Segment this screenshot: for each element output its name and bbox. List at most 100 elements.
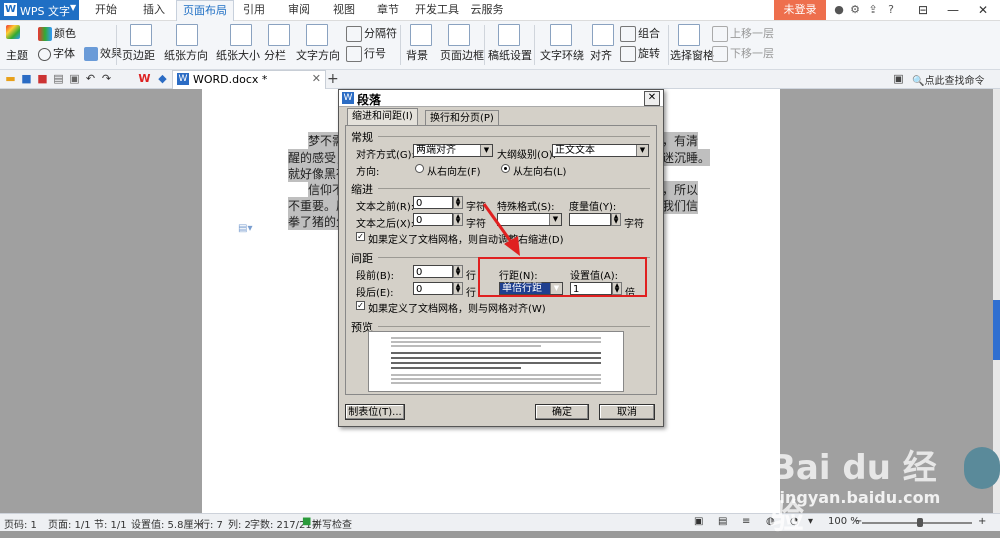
status-section[interactable]: 节: 1/1 xyxy=(94,516,127,531)
new-tab-icon[interactable]: + xyxy=(327,70,339,88)
print-icon[interactable]: ▤ xyxy=(52,72,65,85)
status-page-number[interactable]: 页码: 1 xyxy=(4,516,37,531)
tab-insert[interactable]: 插入 xyxy=(134,0,174,20)
breaks-label: 分隔符 xyxy=(364,27,397,40)
paper-size-button[interactable]: 纸张大小 xyxy=(216,47,260,63)
space-before-unit[interactable]: 行 xyxy=(466,267,476,282)
outline-select[interactable]: 正文文本 ▼ xyxy=(552,144,649,157)
tab-view[interactable]: 视图 xyxy=(324,0,364,20)
measure-unit[interactable]: 字符 xyxy=(624,215,644,230)
outline-mode-icon[interactable]: ≡ xyxy=(742,516,750,527)
bring-forward-button[interactable]: 上移一层 xyxy=(712,25,774,42)
theme-label[interactable]: 主题 xyxy=(6,47,28,63)
page-border-icon xyxy=(448,24,470,46)
tab-page-layout[interactable]: 页面布局 xyxy=(176,0,234,21)
page-mode-icon[interactable]: ▤ xyxy=(718,516,727,527)
read-mode-icon[interactable]: ▣ xyxy=(694,516,703,527)
text-direction-button[interactable]: 文字方向 xyxy=(296,47,340,63)
minimize-icon[interactable]: — xyxy=(938,0,968,20)
tabstops-button[interactable]: 制表位(T)... xyxy=(345,404,405,420)
margins-button[interactable]: 页边距 xyxy=(122,47,155,63)
font-button[interactable]: 字体 xyxy=(38,45,75,61)
login-button[interactable]: 未登录 xyxy=(774,0,826,20)
cancel-button[interactable]: 取消 xyxy=(599,404,655,420)
align-button[interactable]: 对齐 xyxy=(590,47,612,63)
indent-before-spinner[interactable]: ▲ ▼ xyxy=(453,196,463,209)
export-pdf-icon[interactable]: ■ xyxy=(36,72,49,85)
group-indent: 缩进 xyxy=(351,183,373,196)
status-row[interactable]: 行: 7 xyxy=(200,516,223,531)
app-menu-button[interactable]: W WPS 文字 ▼ xyxy=(0,0,79,20)
orientation-button[interactable]: 纸张方向 xyxy=(164,47,208,63)
space-before-spinner[interactable]: ▲ ▼ xyxy=(453,265,463,278)
zoom-in-icon[interactable]: + xyxy=(978,516,986,527)
dialog-close-button[interactable]: ✕ xyxy=(644,91,660,106)
undo-icon[interactable]: ↶ xyxy=(84,72,97,85)
send-backward-button[interactable]: 下移一层 xyxy=(712,45,774,62)
share-icon[interactable]: ⇪ xyxy=(866,3,880,17)
spell-check-icon[interactable]: ■ xyxy=(302,516,311,527)
dialog-title: 段落 xyxy=(357,93,382,107)
document-tab[interactable]: W WORD.docx * ✕ xyxy=(172,70,326,89)
paragraph-preview xyxy=(368,331,624,392)
spacing-grid-checkbox[interactable]: ✓ xyxy=(356,301,365,310)
tab-review[interactable]: 审阅 xyxy=(279,0,319,20)
space-after-input[interactable]: 0 xyxy=(413,282,453,295)
open-icon[interactable]: ▬ xyxy=(4,72,17,85)
measure-input[interactable] xyxy=(569,213,611,226)
restore-ribbon-icon[interactable]: ⊟ xyxy=(908,0,938,20)
text-wrap-button[interactable]: 文字环绕 xyxy=(540,47,584,63)
status-setting[interactable]: 设置值: 5.8厘米 xyxy=(131,516,203,531)
tab-cloud[interactable]: 云服务 xyxy=(464,0,510,20)
tab-references[interactable]: 引用 xyxy=(234,0,274,20)
doc-line: ，有清 xyxy=(662,132,699,149)
status-spell-check[interactable]: 拼写检查 xyxy=(312,516,352,531)
tab-developer[interactable]: 开发工具 xyxy=(412,0,462,20)
skin-icon[interactable]: ● xyxy=(832,3,846,17)
space-after-spinner[interactable]: ▲ ▼ xyxy=(453,282,463,295)
settings-icon[interactable]: ⚙ xyxy=(848,3,862,17)
preview-icon[interactable]: ▣ xyxy=(68,72,81,85)
tab-line-page-breaks[interactable]: 换行和分页(P) xyxy=(425,110,499,126)
space-after-unit[interactable]: 行 xyxy=(466,284,476,299)
status-col[interactable]: 列: 2 xyxy=(228,516,251,531)
paste-options-icon[interactable]: ▤▾ xyxy=(238,223,252,234)
theme-button[interactable] xyxy=(6,25,22,39)
direction-label: 方向: xyxy=(356,167,380,178)
background-button[interactable]: 背景 xyxy=(406,47,428,63)
feedback-icon[interactable]: ▣ xyxy=(892,72,905,85)
status-page[interactable]: 页面: 1/1 xyxy=(48,516,91,531)
indent-after-input[interactable]: 0 xyxy=(413,213,453,226)
indent-before-input[interactable]: 0 xyxy=(413,196,453,209)
ok-button[interactable]: 确定 xyxy=(535,404,589,420)
save-icon[interactable]: ■ xyxy=(20,72,33,85)
page-border-button[interactable]: 页面边框 xyxy=(440,47,484,63)
tab-home[interactable]: 开始 xyxy=(86,0,126,20)
find-command-search[interactable]: 🔍点此查找命令 xyxy=(912,72,984,87)
redo-icon[interactable]: ↷ xyxy=(100,72,113,85)
rtl-radio[interactable] xyxy=(415,164,424,173)
measure-spinner[interactable]: ▲ ▼ xyxy=(611,213,621,226)
color-button[interactable]: 颜色 xyxy=(38,25,76,41)
scrollbar-thumb[interactable] xyxy=(993,300,1000,360)
breaks-button[interactable]: 分隔符 xyxy=(346,25,397,42)
indent-grid-checkbox[interactable]: ✓ xyxy=(356,232,365,241)
tab-indent-spacing[interactable]: 缩进和间距(I) xyxy=(347,108,418,126)
columns-button[interactable]: 分栏 xyxy=(264,47,286,63)
group-button[interactable]: 组合 xyxy=(620,25,660,42)
ltr-radio[interactable] xyxy=(501,164,510,173)
wps-home-icon[interactable]: W xyxy=(138,72,151,85)
line-numbers-button[interactable]: 行号 xyxy=(346,45,386,62)
close-window-icon[interactable]: ✕ xyxy=(968,0,998,20)
manuscript-button[interactable]: 稿纸设置 xyxy=(488,47,532,63)
close-tab-icon[interactable]: ✕ xyxy=(312,72,321,85)
rotate-button[interactable]: 旋转 xyxy=(620,45,660,62)
indent-after-spinner[interactable]: ▲ ▼ xyxy=(453,213,463,226)
align-select[interactable]: 两端对齐 ▼ xyxy=(413,144,493,157)
help-icon[interactable]: ? xyxy=(884,3,898,17)
space-before-input[interactable]: 0 xyxy=(413,265,453,278)
selection-pane-button[interactable]: 选择窗格 xyxy=(670,47,714,63)
tab-chapter[interactable]: 章节 xyxy=(368,0,408,20)
title-bar: W WPS 文字 ▼ 开始 插入 页面布局 引用 审阅 视图 章节 开发工具 云… xyxy=(0,0,1000,21)
cloud-doc-icon[interactable]: ◆ xyxy=(156,72,169,85)
